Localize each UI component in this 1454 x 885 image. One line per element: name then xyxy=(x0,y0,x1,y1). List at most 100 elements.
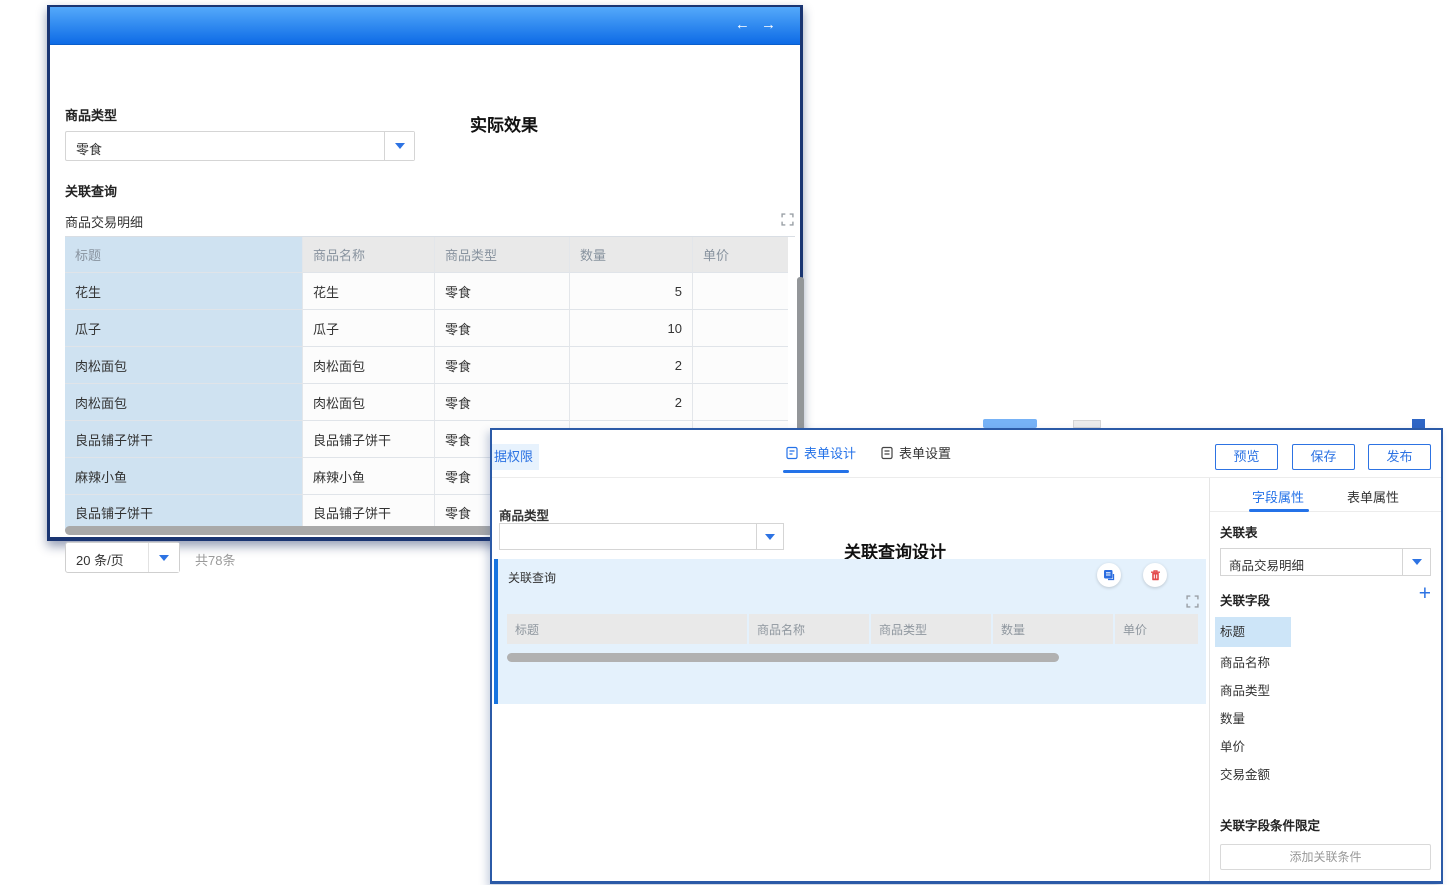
cell-name: 瓜子 xyxy=(303,310,435,347)
field-item-title[interactable]: 标题 xyxy=(1215,617,1291,647)
cell-qty: 2 xyxy=(570,384,693,421)
design-window-header: 据权限 表单设计 表单设置 预览 保存 发布 xyxy=(492,430,1441,478)
page-size-select[interactable]: 20 条/页 xyxy=(65,542,180,573)
nav-arrows: ← → xyxy=(728,16,776,33)
form-settings-icon xyxy=(880,446,894,460)
tab-field-properties[interactable]: 字段属性 xyxy=(1252,487,1304,506)
column-header[interactable]: 商品类型 xyxy=(871,614,991,644)
cell-name: 麻辣小鱼 xyxy=(303,458,435,495)
related-query-label: 关联查询 xyxy=(65,181,117,200)
field-item-price[interactable]: 单价 xyxy=(1220,733,1431,761)
table-row[interactable]: 花生 花生 零食 5 xyxy=(65,273,795,310)
table-row[interactable]: 肉松面包 肉松面包 零食 2 xyxy=(65,384,795,421)
expand-icon[interactable] xyxy=(781,213,794,226)
field-item-name[interactable]: 商品名称 xyxy=(1220,649,1431,677)
cell-title: 麻辣小鱼 xyxy=(65,458,303,495)
chevron-down-icon[interactable] xyxy=(756,524,783,549)
table-title: 商品交易明细 xyxy=(65,212,143,231)
chevron-down-icon[interactable] xyxy=(1402,549,1430,575)
related-table-label: 关联表 xyxy=(1220,522,1431,541)
save-button[interactable]: 保存 xyxy=(1292,444,1355,470)
column-header[interactable]: 单价 xyxy=(693,237,788,273)
field-item-qty[interactable]: 数量 xyxy=(1220,705,1431,733)
column-header[interactable]: 商品名称 xyxy=(749,614,869,644)
cell-price xyxy=(693,347,788,384)
column-header[interactable]: 标题 xyxy=(507,614,747,644)
page-size-value: 20 条/页 xyxy=(76,550,124,569)
tab-form-design[interactable]: 表单设计 xyxy=(785,443,856,462)
product-type-value: 零食 xyxy=(76,139,102,158)
screen: ← → 商品类型 零食 实际效果 关联查询 商品交易明细 标题 商品名称 商品类… xyxy=(0,0,1454,885)
design-table-header-row: 标题 商品名称 商品类型 数量 单价 xyxy=(507,614,1198,644)
total-count: 共78条 xyxy=(195,550,235,569)
cell-qty: 2 xyxy=(570,347,693,384)
trash-icon xyxy=(1149,569,1162,582)
tab-label: 表单设计 xyxy=(804,443,856,462)
cell-type: 零食 xyxy=(435,384,570,421)
cell-name: 良品铺子饼干 xyxy=(303,421,435,458)
column-header[interactable]: 商品类型 xyxy=(435,237,570,273)
tab-data-permission[interactable]: 据权限 xyxy=(492,444,539,470)
cell-price xyxy=(693,273,788,310)
product-type-select[interactable] xyxy=(499,523,784,550)
nav-forward-icon[interactable]: → xyxy=(761,16,776,33)
condition-label: 关联字段条件限定 xyxy=(1220,815,1431,834)
design-window: 据权限 表单设计 表单设置 预览 保存 发布 xyxy=(490,428,1443,884)
background-fragment xyxy=(1073,420,1101,428)
field-item-type[interactable]: 商品类型 xyxy=(1220,677,1431,705)
cell-type: 零食 xyxy=(435,273,570,310)
related-table-value: 商品交易明细 xyxy=(1229,555,1304,574)
duplicate-widget-button[interactable] xyxy=(1097,563,1121,587)
result-window-titlebar: ← → xyxy=(50,7,800,45)
panel-tabs: 字段属性 表单属性 xyxy=(1210,478,1441,512)
cell-title: 瓜子 xyxy=(65,310,303,347)
product-type-label: 商品类型 xyxy=(499,505,549,524)
column-header[interactable]: 单价 xyxy=(1115,614,1198,644)
cell-title: 花生 xyxy=(65,273,303,310)
background-fragment xyxy=(1412,419,1425,428)
form-design-icon xyxy=(785,446,799,460)
preview-button[interactable]: 预览 xyxy=(1215,444,1278,470)
properties-panel: 字段属性 表单属性 关联表 商品交易明细 关联字段 + 标题 xyxy=(1209,478,1441,881)
related-query-widget[interactable]: 关联查询 xyxy=(494,559,1206,704)
panel-content: 关联表 商品交易明细 关联字段 + 标题 商品名称 商品类型 数量 单价 交易金… xyxy=(1210,512,1441,885)
related-fields-header: 关联字段 + xyxy=(1220,590,1431,609)
add-condition-button[interactable]: 添加关联条件 xyxy=(1220,844,1431,870)
table-row[interactable]: 瓜子 瓜子 零食 10 xyxy=(65,310,795,347)
tab-label: 字段属性 xyxy=(1252,490,1304,505)
tab-form-settings[interactable]: 表单设置 xyxy=(880,443,951,462)
column-header[interactable]: 数量 xyxy=(993,614,1113,644)
design-canvas: 商品类型 关联查询设计 关联查询 xyxy=(492,478,1209,881)
column-header[interactable]: 数量 xyxy=(570,237,693,273)
chevron-down-icon[interactable] xyxy=(384,132,414,160)
chevron-down-icon[interactable] xyxy=(148,543,179,572)
expand-icon[interactable] xyxy=(1186,595,1199,608)
product-type-select[interactable]: 零食 xyxy=(65,131,415,161)
active-tab-underline xyxy=(783,470,849,473)
related-fields-label: 关联字段 xyxy=(1220,594,1270,608)
add-field-icon[interactable]: + xyxy=(1419,584,1431,604)
cell-price xyxy=(693,384,788,421)
cell-name: 花生 xyxy=(303,273,435,310)
copy-icon xyxy=(1103,569,1116,582)
related-table-select[interactable]: 商品交易明细 xyxy=(1220,548,1431,576)
column-header[interactable]: 商品名称 xyxy=(303,237,435,273)
column-header[interactable]: 标题 xyxy=(65,237,303,273)
cell-title: 肉松面包 xyxy=(65,347,303,384)
nav-back-icon[interactable]: ← xyxy=(735,16,750,33)
cell-type: 零食 xyxy=(435,347,570,384)
field-item-amount[interactable]: 交易金额 xyxy=(1220,761,1431,789)
publish-button[interactable]: 发布 xyxy=(1368,444,1431,470)
table-row[interactable]: 肉松面包 肉松面包 零食 2 xyxy=(65,347,795,384)
cell-name: 肉松面包 xyxy=(303,384,435,421)
background-fragment xyxy=(983,419,1037,428)
tab-form-properties[interactable]: 表单属性 xyxy=(1347,487,1399,506)
horizontal-scrollbar[interactable] xyxy=(507,653,1059,662)
product-type-label: 商品类型 xyxy=(65,105,117,124)
table-header-row: 标题 商品名称 商品类型 数量 单价 xyxy=(65,237,795,273)
cell-price xyxy=(693,310,788,347)
cell-title: 肉松面包 xyxy=(65,384,303,421)
delete-widget-button[interactable] xyxy=(1143,563,1167,587)
cell-type: 零食 xyxy=(435,310,570,347)
result-caption: 实际效果 xyxy=(470,111,538,136)
